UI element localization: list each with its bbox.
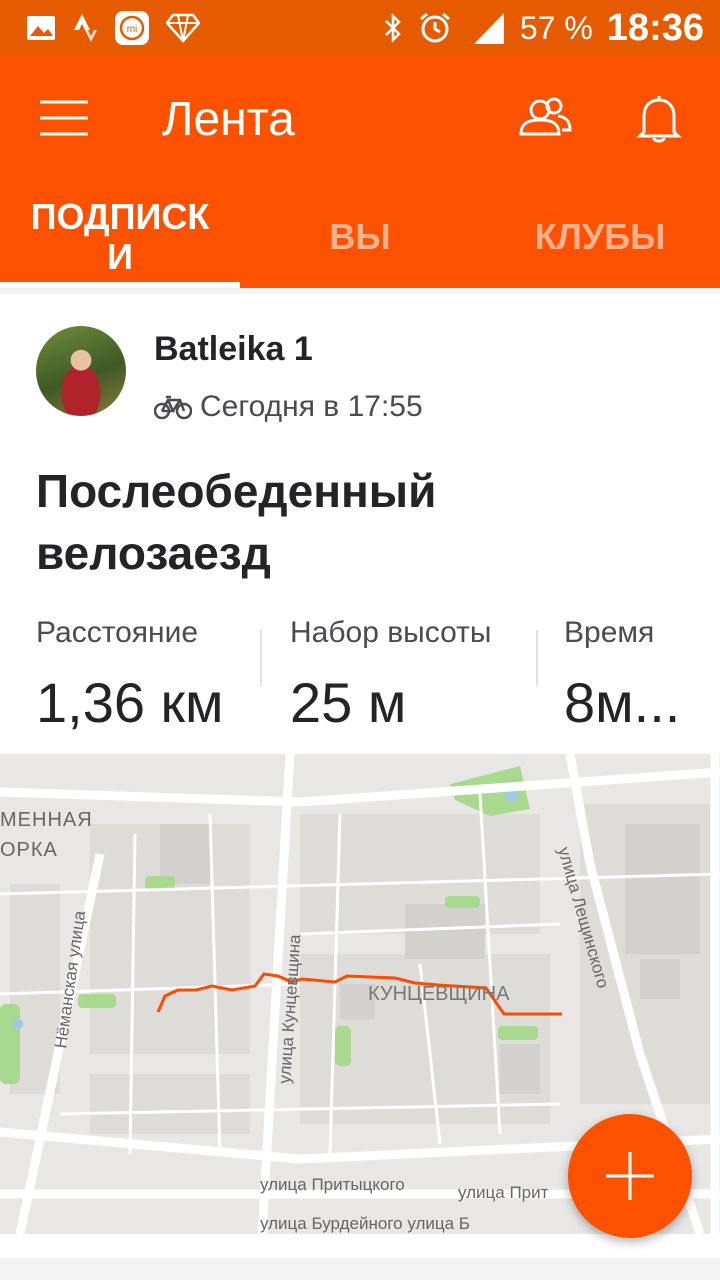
active-tab-indicator [0, 282, 240, 288]
signal-icon [473, 13, 504, 44]
battery-text: 57 % [519, 9, 593, 46]
clock: 18:36 [606, 6, 704, 49]
status-bar: mi 57 % 18:36 [0, 0, 720, 56]
street-label: улица Бурдейного улица Б [260, 1214, 470, 1233]
tab-label: КЛУБЫ [534, 216, 666, 257]
bell-icon[interactable] [636, 94, 682, 144]
activity-card[interactable]: Batleika 1 Сегодня в 17:55 Послеобеденны… [0, 294, 720, 1258]
area-label-bottom: ОРКА [0, 839, 58, 861]
tab-label: ВЫ [329, 216, 391, 257]
pond [506, 790, 518, 802]
strava-icon [74, 14, 97, 42]
stat-distance: Расстояние 1,36 км [36, 616, 224, 735]
bluetooth-icon [384, 12, 401, 44]
avatar[interactable] [36, 326, 126, 416]
add-activity-button[interactable] [568, 1114, 692, 1238]
stat-label: Набор высоты [290, 616, 492, 649]
stat-value: 25 м [290, 671, 407, 734]
athlete-name[interactable]: Batleika 1 [154, 330, 313, 369]
bike-icon [154, 395, 192, 420]
pond [13, 1019, 23, 1029]
page-title: Лента [162, 93, 295, 146]
tab-you[interactable]: ВЫ [240, 186, 480, 288]
activity-meta: Сегодня в 17:55 [154, 390, 423, 424]
gallery-icon [27, 16, 55, 40]
area-label-top: МЕННАЯ [0, 809, 93, 831]
stat-value: 1,36 км [36, 671, 224, 734]
tab-label: ПОДПИСКИ [30, 196, 210, 277]
stat-divider [260, 630, 262, 686]
activity-title[interactable]: Послеобеденный велозаезд [36, 460, 676, 584]
stat-time: Время 8м... [564, 616, 680, 735]
feed-tabs: ПОДПИСКИ ВЫ КЛУБЫ [0, 186, 720, 288]
stat-elevation: Набор высоты 25 м [290, 616, 491, 735]
district-label: КУНЦЕВЩИНА [368, 983, 510, 1005]
stat-divider [536, 630, 538, 686]
diamond-icon [166, 13, 200, 43]
app-bar: Лента [0, 56, 720, 186]
plus-icon [606, 1152, 654, 1200]
alarm-icon [419, 12, 450, 43]
svg-text:mi: mi [127, 24, 138, 35]
tab-clubs[interactable]: КЛУБЫ [480, 186, 720, 288]
people-icon[interactable] [518, 96, 572, 138]
hamburger-menu-icon[interactable] [38, 98, 90, 138]
activity-time: Сегодня в 17:55 [200, 390, 423, 423]
stat-label: Расстояние [36, 616, 199, 649]
stat-label: Время [564, 616, 655, 649]
mi-icon: mi [115, 11, 149, 45]
tab-subscriptions[interactable]: ПОДПИСКИ [0, 186, 240, 288]
street-label: улица Прит [458, 1183, 549, 1202]
stat-value: 8м... [564, 671, 681, 734]
street-label: улица Притыцкого [260, 1175, 405, 1194]
